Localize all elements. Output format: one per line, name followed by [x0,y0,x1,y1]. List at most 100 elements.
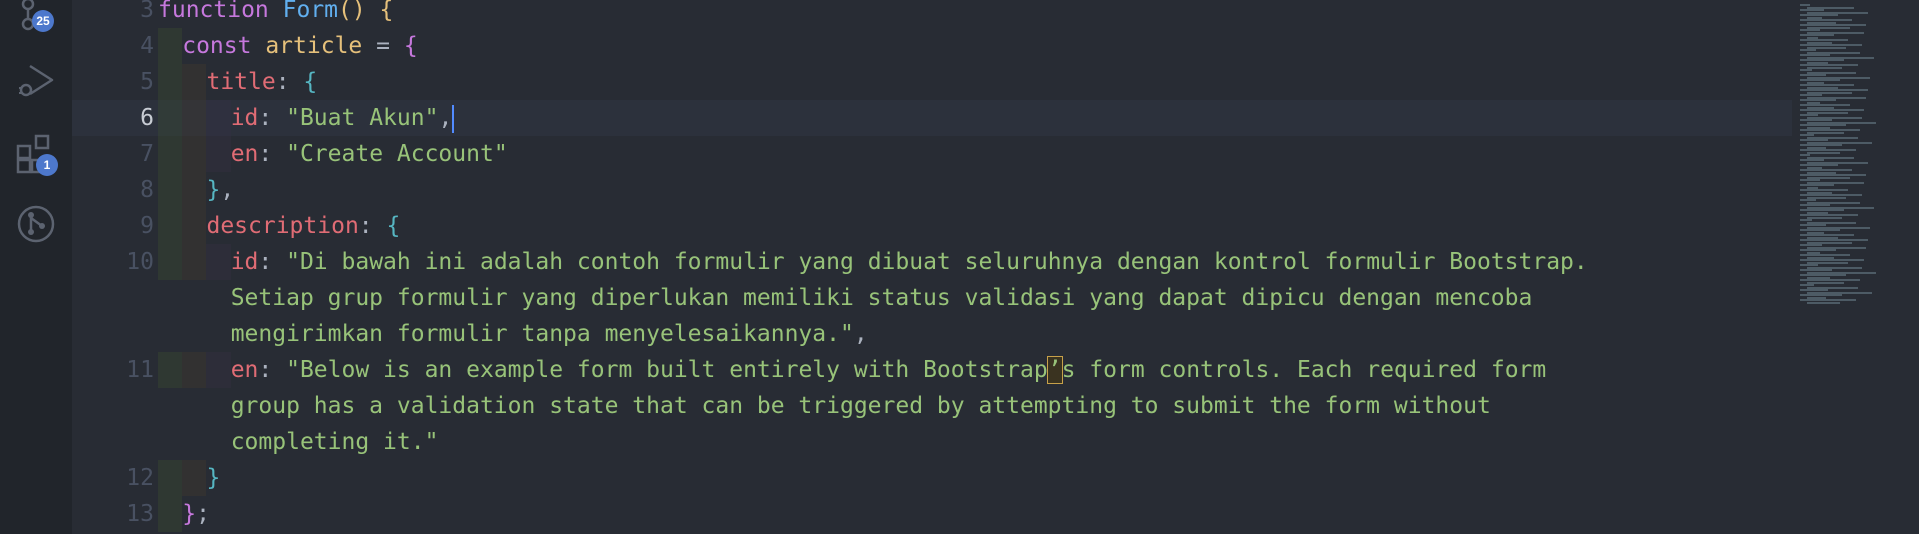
code-token: : [358,213,387,239]
code-text: title: { [206,64,317,100]
code-token: } [206,465,221,491]
line-number: 10 [126,249,154,275]
code-token: : [258,249,287,275]
code-line[interactable]: 4 const article = { [72,28,1792,64]
code-token: { [303,69,318,95]
code-line[interactable]: 7 en: "Create Account" [72,136,1792,172]
line-number: 3 [140,0,154,23]
line-number: 11 [126,357,154,383]
minimap-line [1807,66,1842,69]
code-token: function [158,0,283,23]
code-token: "Di bawah ini adalah contoh formulir yan… [286,249,1588,275]
code-token: id [230,105,259,131]
line-number: 5 [140,69,154,95]
indent-guide [158,244,183,280]
line-number: 6 [140,105,154,131]
minimap-line [1807,301,1840,304]
indent-guide [182,172,207,208]
indent-guide [158,64,183,100]
code-token: s form controls. Each required form [1061,357,1547,383]
text-cursor [452,104,455,133]
indent-guide [158,28,183,64]
code-token: , [220,177,235,203]
code-token: "Create Account" [286,141,508,167]
code-token: } [206,177,221,203]
code-text: group has a validation state that can be… [231,388,1491,424]
minimap-line [1807,151,1840,154]
indent-guide [182,208,207,244]
indent-guide [158,496,183,532]
code-text: }, [206,172,234,208]
code-line[interactable]: group has a validation state that can be… [72,388,1792,424]
run-debug-icon[interactable] [14,58,58,102]
code-line[interactable]: 5 title: { [72,64,1792,100]
indent-guide [158,352,183,388]
line-number: 12 [126,465,154,491]
code-text: const article = { [182,28,417,64]
code-token: en [230,141,259,167]
code-token: "Below is an example form built entirely… [286,357,1048,383]
code-line[interactable]: mengirimkan formulir tanpa menyelesaikan… [72,316,1792,352]
code-token: : [258,105,287,131]
indent-guide [158,208,183,244]
code-line[interactable]: 12} [72,460,1792,496]
code-text: } [206,460,220,496]
minimap[interactable] [1792,0,1919,534]
code-token: : [258,141,287,167]
indent-guide [158,100,183,136]
source-control-icon[interactable]: 25 [14,0,58,34]
extensions-badge: 1 [36,154,58,176]
indent-guide [182,136,207,172]
code-token: const [182,33,266,59]
indent-guide [206,136,231,172]
code-token: : [275,69,304,95]
code-token: id [230,249,259,275]
code-text: mengirimkan formulir tanpa menyelesaikan… [231,316,868,352]
indent-guide [158,172,183,208]
code-text: completing it." [231,424,439,460]
code-text: id: "Buat Akun", [231,100,455,136]
git-graph-icon[interactable] [14,202,58,246]
line-number: 9 [140,213,154,239]
code-line[interactable]: 6 id: "Buat Akun", [72,100,1792,136]
code-editor[interactable]: 3 function Form() {4 const article = {5 tit… [72,0,1792,534]
indent-guide [206,352,231,388]
indent-guide [182,352,207,388]
line-number: 13 [126,501,154,527]
code-text: id: "Di bawah ini adalah contoh formulir… [231,244,1588,280]
code-text: function Form() { [158,0,393,28]
code-line[interactable]: 3 function Form() { [72,0,1792,28]
code-line[interactable]: 9 description: { [72,208,1792,244]
code-token: "Buat Akun" [286,105,439,131]
line-number: 7 [140,141,154,167]
line-number: 8 [140,177,154,203]
code-token: , [853,321,868,347]
code-line[interactable]: 13}; [72,496,1792,532]
code-text: Setiap grup formulir yang diperlukan mem… [231,280,1533,316]
code-token: completing it." [230,429,439,455]
code-token: en [230,357,259,383]
code-token: { [403,33,418,59]
activity-bar: 25 1 [0,0,72,534]
code-line[interactable]: 10 id: "Di bawah ini adalah contoh formul… [72,244,1792,280]
code-token: mengirimkan formulir tanpa menyelesaikan… [230,321,854,347]
code-line[interactable]: Setiap grup formulir yang diperlukan mem… [72,280,1792,316]
indent-guide [182,100,207,136]
code-line[interactable]: 11 en: "Below is an example form built en… [72,352,1792,388]
code-token: { [386,213,401,239]
extensions-icon[interactable]: 1 [14,132,58,176]
indent-guide [182,460,207,496]
indent-guide [182,244,207,280]
code-token: description [206,213,359,239]
line-number: 4 [140,33,154,59]
code-token: , [438,105,453,131]
code-token: Form [282,0,339,23]
code-line[interactable]: 8}, [72,172,1792,208]
indent-guide [206,100,231,136]
minimap-line [1807,216,1842,219]
code-line[interactable]: completing it." [72,424,1792,460]
code-text: en: "Below is an example form built enti… [230,352,1547,388]
code-token: article [265,33,363,59]
code-token: : [258,357,287,383]
indent-guide [158,136,183,172]
